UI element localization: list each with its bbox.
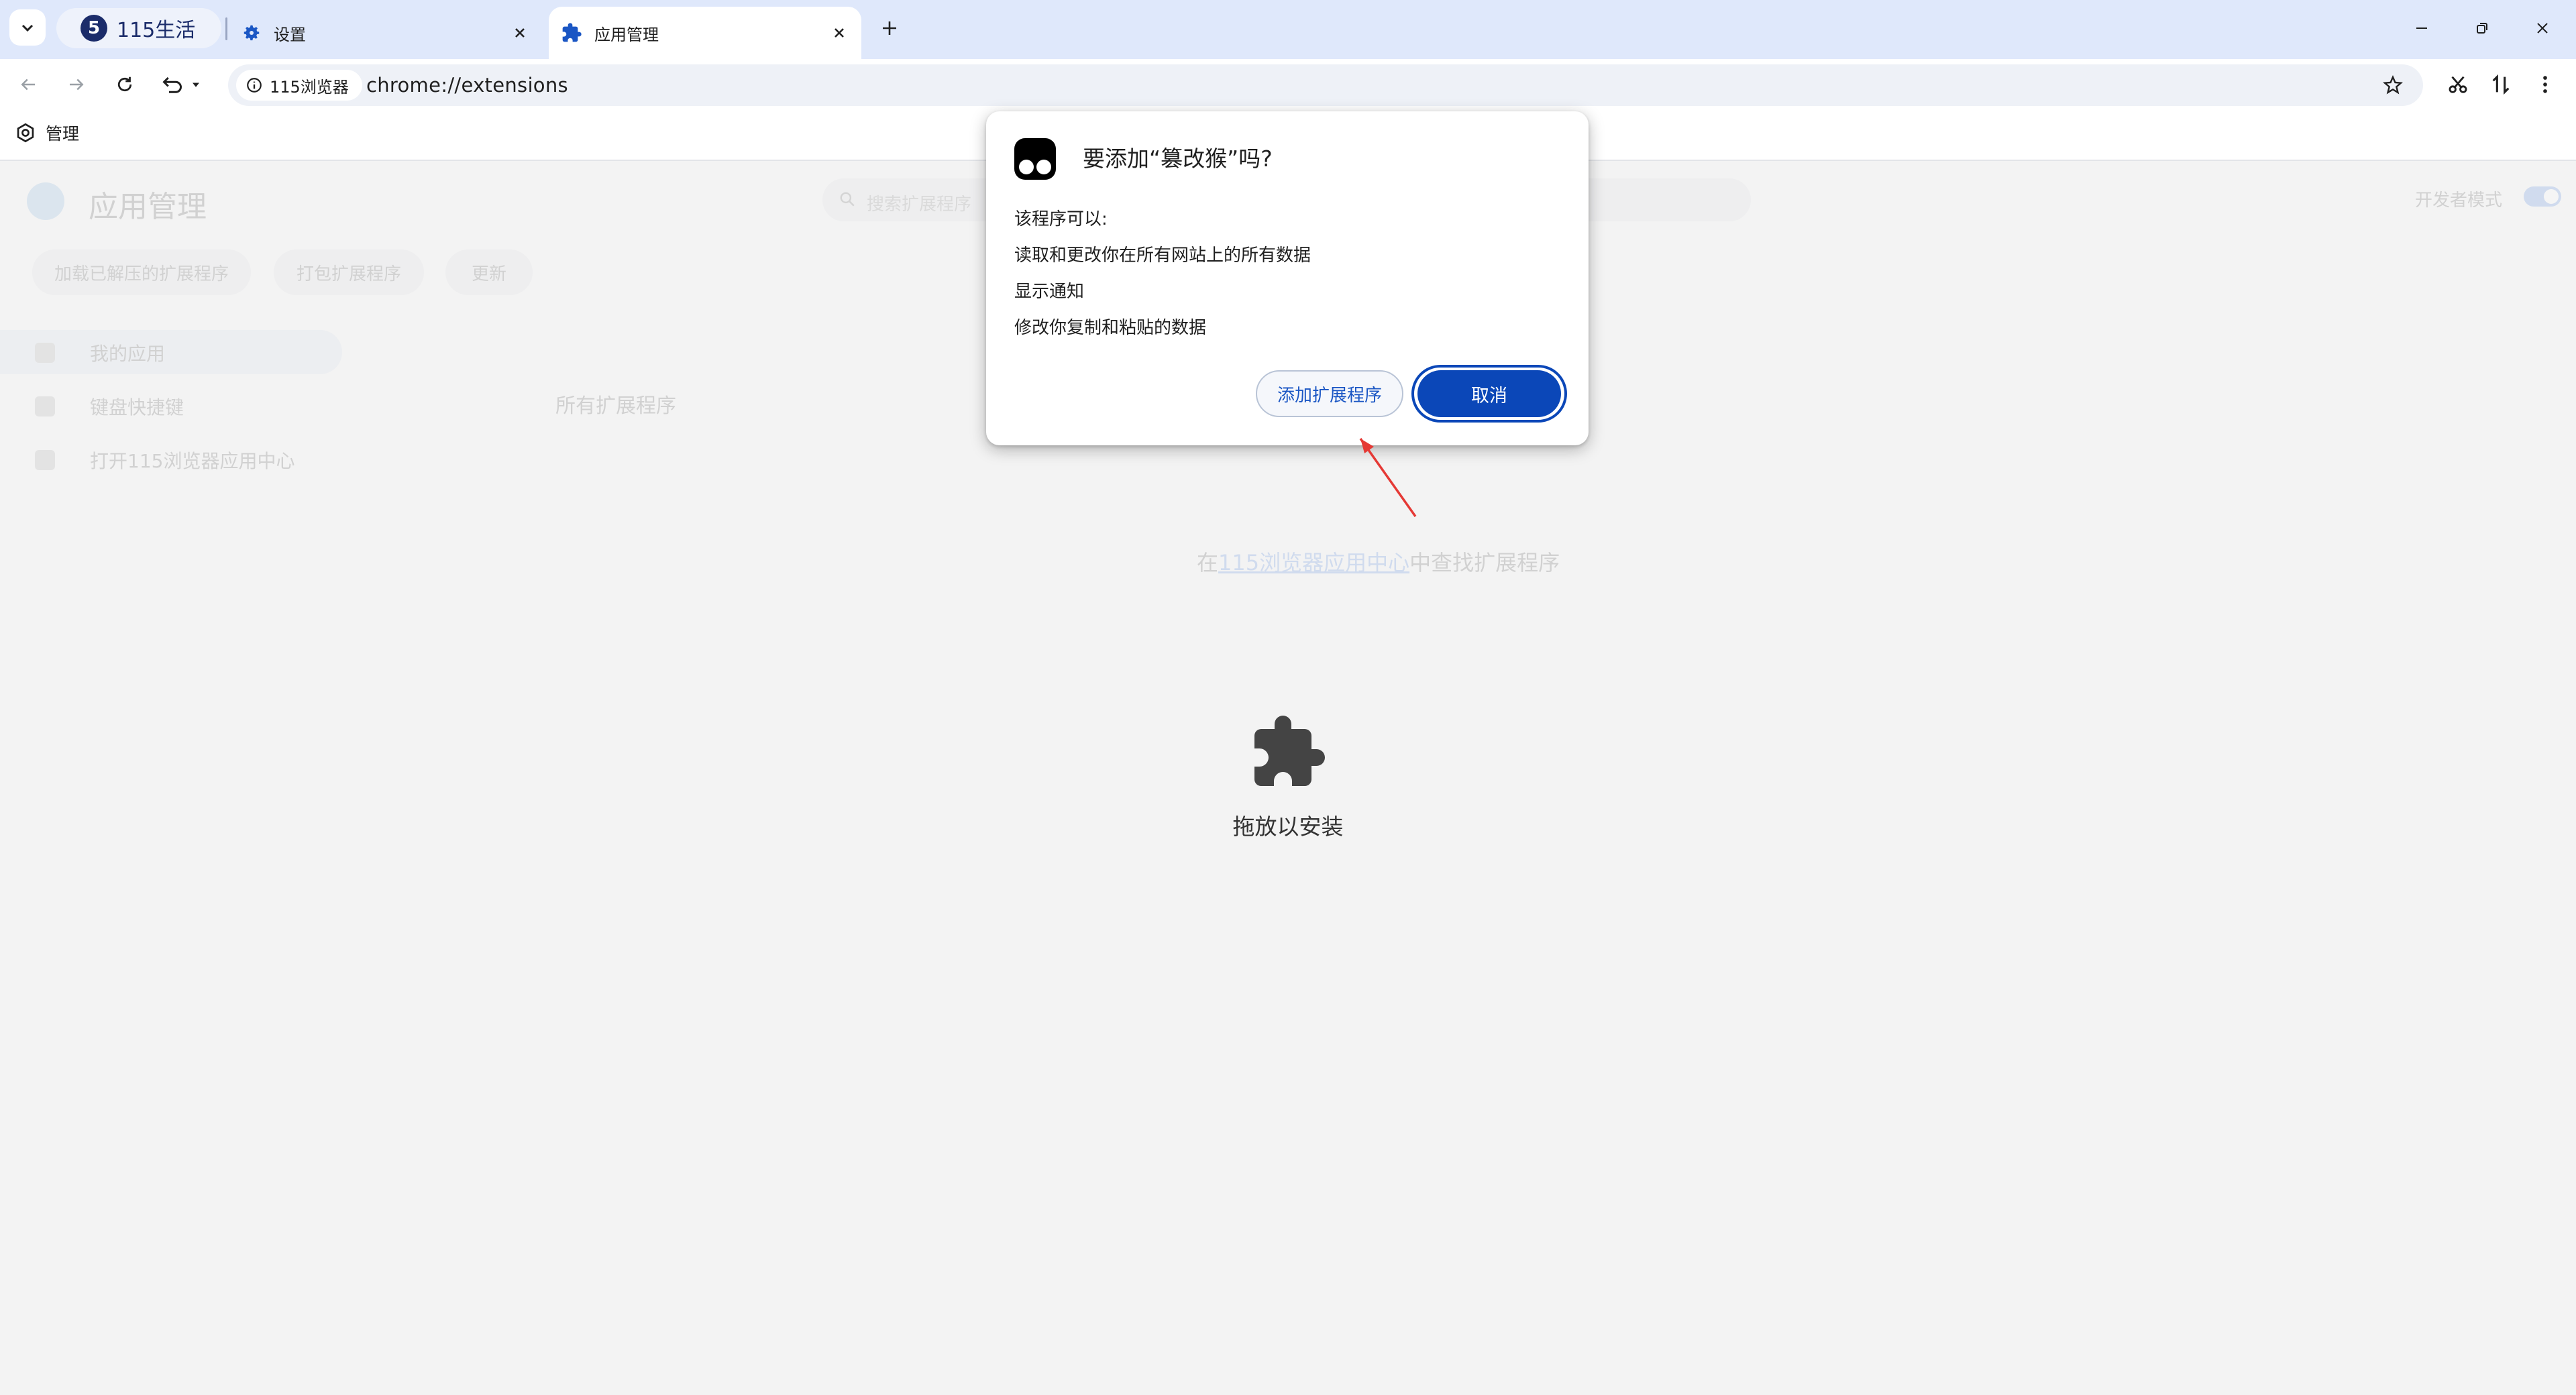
load-unpacked-button[interactable]: 加载已解压的扩展程序 [32,249,251,295]
puzzle-icon [1254,716,1325,786]
tab-115-life[interactable]: 5 115生活 [56,8,221,48]
close-icon [2537,23,2548,34]
transfer-button[interactable] [2486,70,2516,99]
tab-search-button[interactable] [9,9,46,46]
search-placeholder: 搜索扩展程序 [867,194,972,215]
115-logo-icon: 5 [80,15,107,42]
sidebar-item-label: 打开115浏览器应用中心 [90,450,295,472]
settings-icon [17,123,34,143]
find-extensions-text: 在115浏览器应用中心中查找扩展程序 [1197,546,1560,577]
more-vertical-icon [2543,76,2547,93]
tab-extensions[interactable]: 应用管理 [549,7,861,59]
close-icon[interactable] [510,23,530,43]
tampermonkey-icon [1014,138,1056,180]
drop-to-install-label: 拖放以安装 [1232,814,1344,840]
permission-item: 修改你复制和粘贴的数据 [1014,318,1207,338]
tab-strip: 5 115生活 设置 应用管理 [0,0,2576,59]
plus-icon [883,21,896,35]
find-prefix: 在 [1197,550,1219,575]
annotation-arrow-icon [1359,437,1417,518]
arrow-right-icon [70,78,84,91]
arrow-left-icon [21,78,35,91]
all-extensions-heading: 所有扩展程序 [555,394,676,418]
dialog-title: 要添加“篡改猴”吗? [1083,146,1273,172]
sidebar-item-label: 键盘快捷键 [90,396,184,418]
puzzle-icon [562,23,582,42]
app-center-link[interactable]: 115浏览器应用中心 [1218,550,1409,575]
pack-extension-button[interactable]: 打包扩展程序 [274,249,424,295]
info-icon [247,78,262,93]
url-text[interactable]: chrome://extensions [366,74,568,97]
screenshot-button[interactable] [2443,70,2473,99]
bookmark-manage[interactable]: 管理 [15,121,79,145]
bookmark-star-button[interactable] [2379,71,2407,99]
apps-icon [35,343,55,363]
update-button[interactable]: 更新 [445,249,533,295]
tampermonkey-eye-right [1036,160,1051,174]
minimize-icon [2416,27,2427,29]
address-bar[interactable]: 115浏览器 chrome://extensions [228,64,2423,106]
reload-icon [117,76,132,92]
restore-button[interactable] [2469,15,2496,42]
tab-title: 115生活 [117,19,196,42]
tampermonkey-eye-left [1019,160,1034,174]
permission-item: 显示通知 [1014,282,1085,302]
menu-button[interactable] [2530,70,2560,99]
new-tab-button[interactable] [876,15,903,42]
undo-close-button[interactable] [156,70,209,99]
sidebar-item-shortcuts[interactable]: 键盘快捷键 [35,393,184,420]
dev-mode-toggle[interactable] [2524,186,2561,207]
toolbar: 115浏览器 chrome://extensions [0,59,2576,110]
cancel-button-label: 取消 [1417,370,1561,417]
tab-settings[interactable]: 设置 [232,7,542,59]
transfer-icon [2492,74,2510,95]
dev-mode-label: 开发者模式 [2415,190,2503,211]
sidebar-item-my-apps[interactable]: 我的应用 [35,339,165,366]
sidebar-item-app-center[interactable]: 打开115浏览器应用中心 [35,447,294,473]
permission-item: 读取和更改你在所有网站上的所有数据 [1014,245,1311,266]
chevron-down-icon [21,24,34,32]
keyboard-icon [35,396,55,416]
tab-title: 应用管理 [594,25,659,44]
undo-icon [162,76,199,93]
permission-intro: 该程序可以: [1014,209,1108,229]
sidebar-item-label: 我的应用 [90,343,166,365]
site-info-chip[interactable]: 115浏览器 [236,70,362,101]
find-suffix: 中查找扩展程序 [1409,550,1560,575]
forward-button[interactable] [62,70,91,99]
minimize-button[interactable] [2408,15,2435,42]
back-button[interactable] [13,70,43,99]
close-window-button[interactable] [2529,15,2556,42]
extensions-logo-icon [27,182,64,220]
cancel-button[interactable]: 取消 [1411,365,1567,423]
gear-icon [244,25,260,41]
site-chip-label: 115浏览器 [270,77,349,97]
tab-title: 设置 [274,25,306,44]
reload-button[interactable] [110,70,140,99]
restore-icon [2477,23,2487,34]
permission-list: 该程序可以: 读取和更改你在所有网站上的所有数据 显示通知 修改你复制和粘贴的数… [1014,201,1311,346]
page-title: 应用管理 [89,190,207,224]
close-icon[interactable] [829,23,849,43]
puzzle-icon [35,450,55,470]
scissors-icon [2449,76,2467,93]
tab-separator [225,17,227,40]
drop-to-install-zone[interactable]: 拖放以安装 [1208,712,1368,841]
star-icon [2383,74,2403,95]
add-extension-button[interactable]: 添加扩展程序 [1256,370,1403,417]
add-extension-dialog: 要添加“篡改猴”吗? 该程序可以: 读取和更改你在所有网站上的所有数据 显示通知… [986,111,1589,445]
search-icon [840,192,855,207]
bookmark-manage-label: 管理 [46,124,80,144]
